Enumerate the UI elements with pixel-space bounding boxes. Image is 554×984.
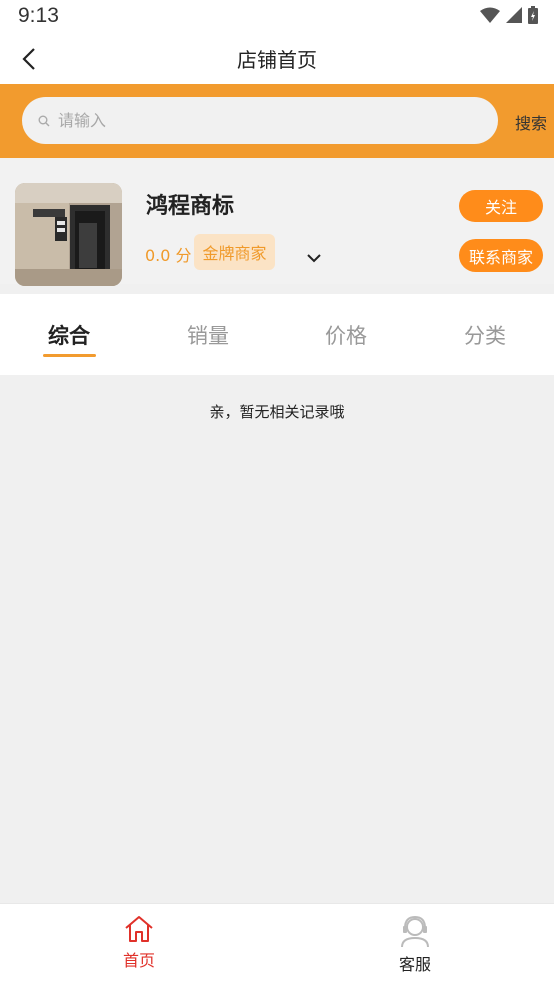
status-time: 9:13 — [18, 4, 59, 27]
chevron-down-icon — [307, 253, 321, 262]
shop-logo-image — [15, 183, 122, 286]
nav-bar: 店铺首页 — [0, 34, 554, 84]
empty-state-message: 亲，暂无相关记录哦 — [209, 403, 345, 421]
sort-tabs: 综合 销量 价格 分类 — [0, 294, 554, 375]
shop-name: 鸿程商标 — [146, 194, 235, 219]
bottom-nav-home-label: 首页 — [122, 951, 155, 970]
page-title: 店铺首页 — [237, 48, 317, 72]
bottom-nav: 首页 客服 — [0, 903, 554, 984]
expand-button[interactable] — [304, 248, 324, 268]
signal-icon — [506, 7, 522, 23]
status-icons — [480, 6, 538, 24]
search-box[interactable] — [22, 97, 498, 144]
bottom-nav-customer-service[interactable]: 客服 — [375, 914, 455, 975]
tab-comprehensive[interactable]: 综合 — [34, 320, 104, 350]
active-tab-indicator — [43, 354, 96, 357]
tab-sales[interactable]: 销量 — [173, 320, 243, 350]
search-band: 搜索 — [0, 84, 554, 158]
tab-category[interactable]: 分类 — [450, 320, 520, 350]
search-icon — [38, 115, 50, 126]
wifi-icon — [480, 7, 500, 23]
search-input[interactable] — [58, 111, 458, 130]
shop-score: 0.0 分 — [145, 246, 192, 265]
bottom-nav-home[interactable]: 首页 — [99, 914, 179, 971]
follow-button[interactable]: 关注 — [459, 190, 543, 222]
status-bar: 9:13 — [0, 0, 554, 34]
battery-icon — [528, 6, 538, 24]
gold-merchant-badge: 金牌商家 — [194, 234, 275, 270]
contact-merchant-button[interactable]: 联系商家 — [459, 239, 543, 272]
customer-service-icon — [401, 915, 429, 948]
home-icon — [125, 916, 153, 942]
tab-price[interactable]: 价格 — [311, 320, 381, 350]
search-button[interactable]: 搜索 — [515, 110, 547, 134]
shop-logo[interactable] — [15, 183, 122, 286]
bottom-nav-customer-service-label: 客服 — [398, 955, 431, 974]
shop-card: 鸿程商标 0.0 分 金牌商家 关注 联系商家 — [0, 158, 554, 286]
